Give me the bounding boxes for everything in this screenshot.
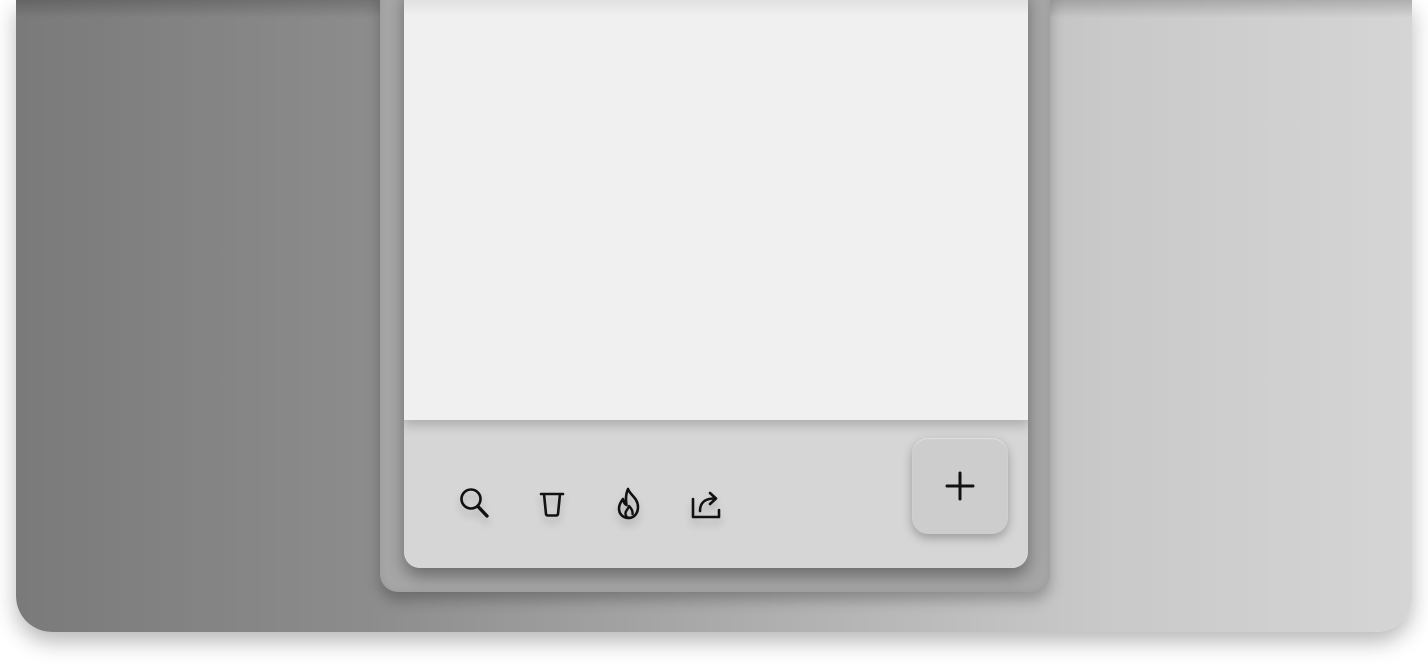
trash-icon bbox=[539, 492, 565, 517]
flame-icon bbox=[617, 487, 640, 520]
delete-button[interactable] bbox=[530, 482, 574, 526]
add-button[interactable] bbox=[912, 438, 1008, 534]
plus-icon bbox=[945, 471, 975, 501]
hot-button[interactable] bbox=[607, 482, 651, 526]
search-icon bbox=[460, 488, 489, 518]
app-window bbox=[404, 0, 1028, 568]
backdrop bbox=[16, 0, 1412, 632]
share-icon bbox=[691, 491, 721, 519]
content-area[interactable] bbox=[404, 0, 1028, 420]
bottom-toolbar bbox=[404, 420, 1028, 568]
share-button[interactable] bbox=[684, 482, 728, 526]
search-button[interactable] bbox=[453, 482, 497, 526]
